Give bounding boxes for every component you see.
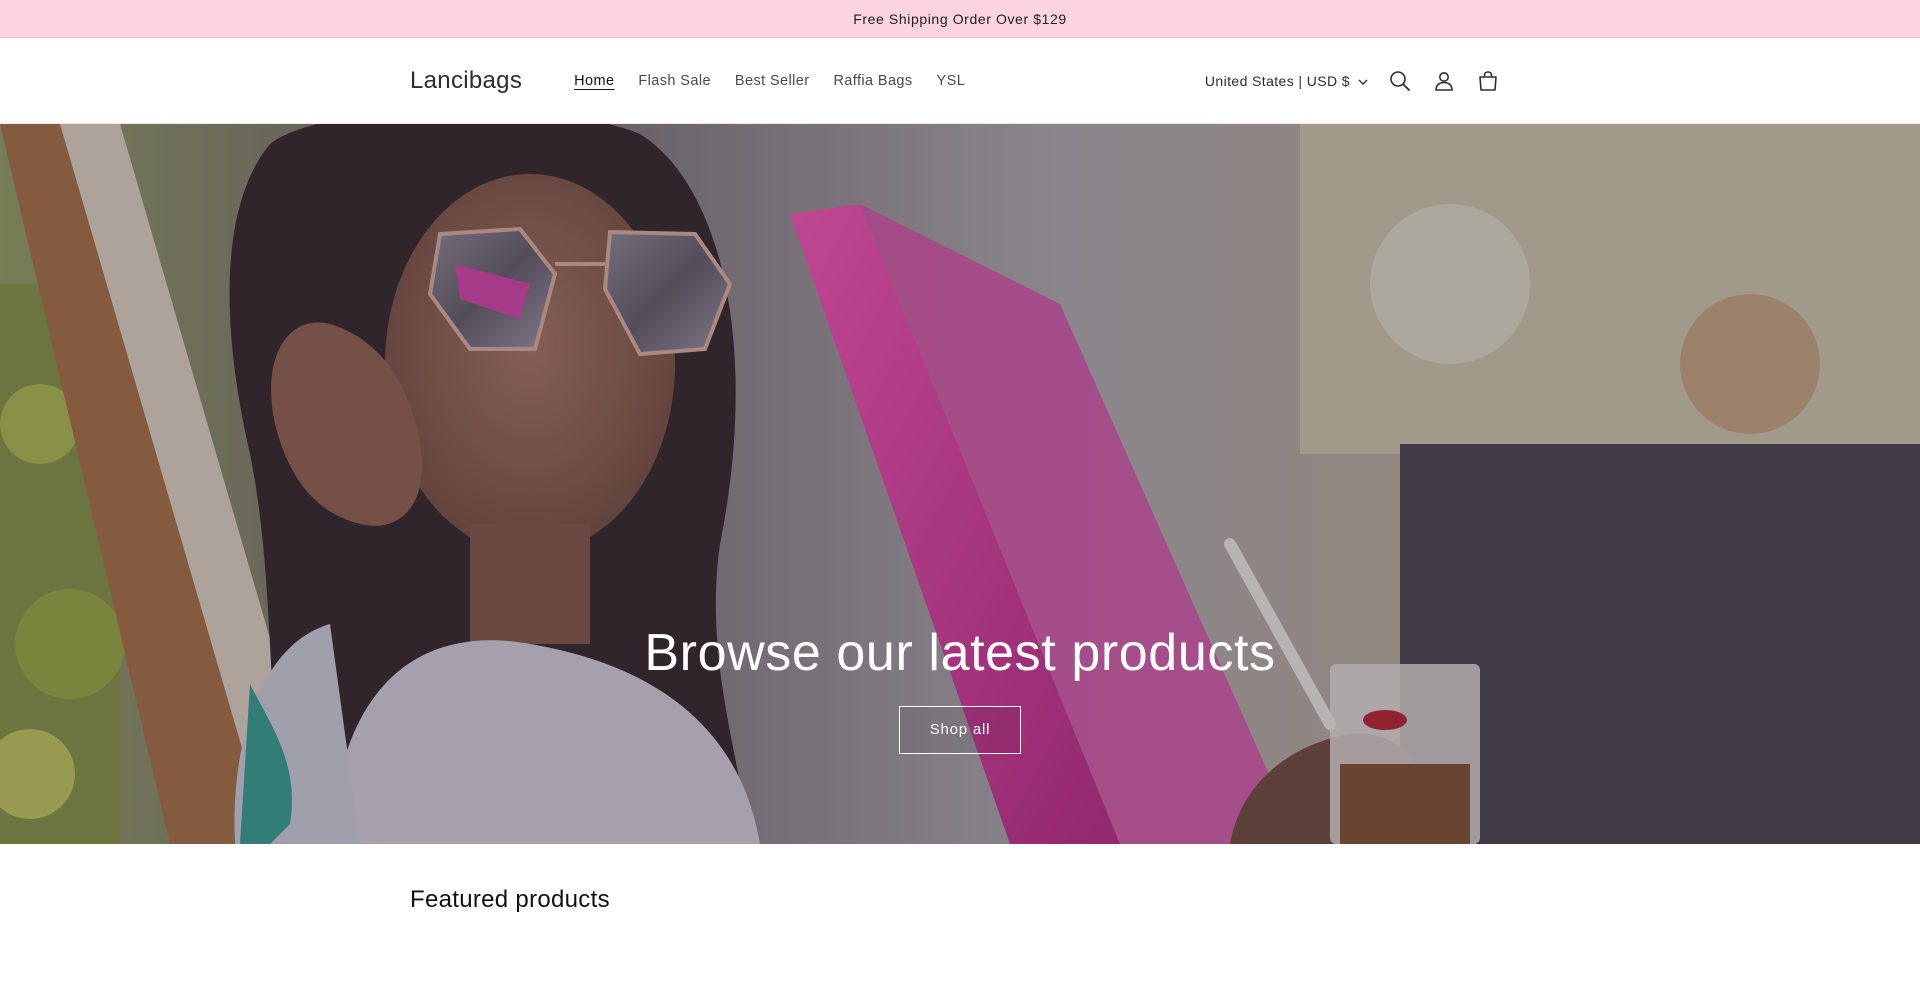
nav-item-ysl[interactable]: YSL (925, 73, 978, 89)
featured-products-title: Featured products (410, 886, 610, 913)
hero-title: Browse our latest products (644, 624, 1276, 682)
country-currency-selector[interactable]: United States | USD $ (1195, 73, 1378, 89)
store-logo[interactable]: Lancibags (410, 67, 522, 95)
featured-products-section: Featured products (0, 844, 1920, 993)
site-header: Lancibags Home Flash Sale Best Seller Ra… (0, 38, 1920, 124)
nav-item-flash-sale[interactable]: Flash Sale (626, 73, 723, 89)
nav-item-home[interactable]: Home (562, 73, 626, 89)
shop-all-button[interactable]: Shop all (898, 706, 1022, 755)
main-nav: Home Flash Sale Best Seller Raffia Bags … (562, 73, 977, 89)
nav-item-raffia-bags[interactable]: Raffia Bags (821, 73, 924, 89)
chevron-down-icon (1358, 73, 1368, 89)
search-icon[interactable] (1378, 59, 1422, 103)
nav-item-best-seller[interactable]: Best Seller (723, 73, 822, 89)
header-inner: Lancibags Home Flash Sale Best Seller Ra… (410, 38, 1510, 123)
header-actions: United States | USD $ (1195, 59, 1510, 103)
account-icon[interactable] (1422, 59, 1466, 103)
hero-banner: Browse our latest products Shop all (0, 124, 1920, 844)
country-currency-label: United States | USD $ (1204, 72, 1350, 89)
announcement-bar: Free Shipping Order Over $129 (0, 0, 1920, 38)
announcement-text: Free Shipping Order Over $129 (853, 10, 1067, 27)
cart-icon[interactable] (1466, 59, 1510, 103)
hero-content: Browse our latest products Shop all (0, 622, 1920, 755)
